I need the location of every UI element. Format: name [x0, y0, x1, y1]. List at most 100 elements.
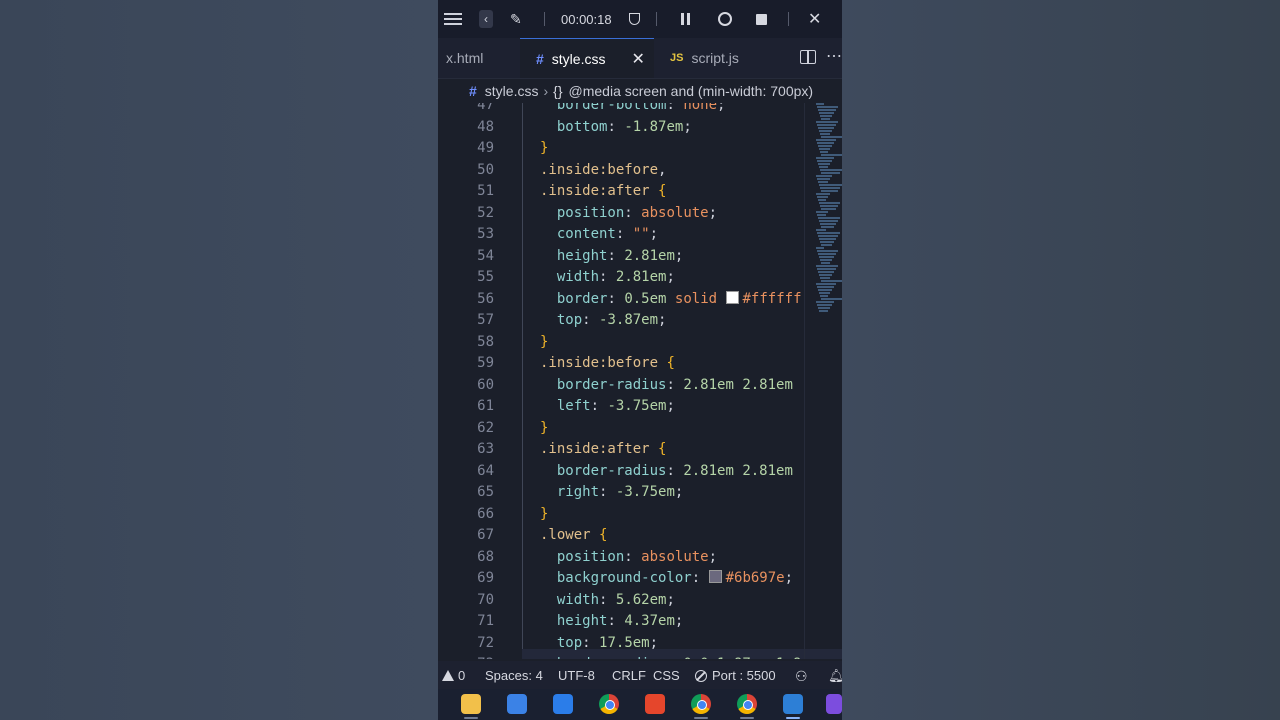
indentation-status[interactable]: Spaces: 4 [485, 668, 543, 683]
app-icon[interactable] [826, 694, 842, 714]
running-indicator [694, 717, 708, 719]
line-number: 69 [477, 570, 494, 586]
close-icon[interactable]: ✕ [808, 10, 821, 28]
code-line[interactable]: 69 background-color: #6b697e; [438, 568, 842, 590]
code-text: top: -3.87em; [556, 312, 667, 328]
breadcrumb-scope[interactable]: @media screen and (min-width: 700px) [569, 83, 814, 99]
css-file-icon: # [536, 50, 544, 67]
background-right [842, 0, 1280, 720]
menu-icon[interactable] [444, 10, 462, 28]
code-line[interactable]: 64 border-radius: 2.81em 2.81em [438, 461, 842, 483]
stop-icon[interactable] [756, 10, 767, 28]
code-text: height: 4.37em; [556, 613, 684, 629]
code-line[interactable]: 60 border-radius: 2.81em 2.81em [438, 375, 842, 397]
code-text: left: -3.75em; [556, 398, 675, 414]
code-line[interactable]: 50 .inside:before, [438, 160, 842, 182]
code-line[interactable]: 49} [438, 138, 842, 160]
line-number: 54 [477, 247, 494, 264]
pause-icon[interactable] [681, 10, 690, 28]
code-text: border: 0.5em solid #ffffff [556, 290, 802, 307]
office-icon[interactable] [645, 694, 665, 714]
code-line[interactable]: 47 border-bottom: none; [438, 103, 842, 117]
code-line[interactable]: 59 .inside:before { [438, 353, 842, 375]
code-text: position: absolute; [556, 204, 718, 221]
code-line[interactable]: 55 width: 2.81em; [438, 267, 842, 289]
code-line[interactable]: 58} [438, 332, 842, 354]
code-line[interactable]: 48 bottom: -1.87em; [438, 117, 842, 139]
pen-icon[interactable]: ✎ [510, 10, 522, 28]
running-indicator [786, 717, 800, 719]
code-text: border-radius: 2.81em 2.81em [556, 462, 793, 479]
braces-icon: {} [553, 83, 563, 99]
code-line[interactable]: 72 top: 17.5em; [438, 633, 842, 655]
breadcrumb-file[interactable]: style.css [485, 83, 539, 99]
tab-style-css[interactable]: # style.css ✕ [520, 38, 654, 78]
divider [656, 12, 657, 26]
close-tab-icon[interactable]: ✕ [631, 49, 644, 69]
tab-index-html[interactable]: x.html [438, 38, 528, 78]
code-text: .inside:after { [540, 441, 667, 457]
code-line[interactable]: 53 content: ""; [438, 224, 842, 246]
code-line[interactable]: 67 .lower { [438, 525, 842, 547]
problems-indicator[interactable]: 0 [442, 668, 465, 683]
code-line[interactable]: 54 height: 2.81em; [438, 246, 842, 268]
code-text: .inside:before { [540, 355, 675, 371]
live-server-port[interactable]: Port : 5500 [695, 668, 776, 683]
code-line[interactable]: 68 position: absolute; [438, 547, 842, 569]
accounts-icon[interactable]: ⚇ [795, 668, 808, 685]
more-actions-icon[interactable]: ⋯ [826, 46, 842, 66]
chrome-profile-icon[interactable] [691, 694, 711, 714]
chrome-icon[interactable] [599, 694, 619, 714]
code-line[interactable]: 65 right: -3.75em; [438, 482, 842, 504]
mail-icon[interactable] [553, 694, 573, 714]
code-line[interactable]: 70 width: 5.62em; [438, 590, 842, 612]
code-text: height: 2.81em; [556, 247, 684, 264]
code-line[interactable]: 56 border: 0.5em solid #ffffff [438, 289, 842, 311]
code-line[interactable]: 51 .inside:after { [438, 181, 842, 203]
recording-timer: 00:00:18 [561, 11, 612, 27]
background-left [0, 0, 438, 720]
encoding-status[interactable]: UTF-8 [558, 668, 595, 683]
code-line[interactable]: 73 border-radius: 0 0 1.87em 1.8... [438, 654, 842, 659]
line-number: 60 [477, 376, 494, 393]
file-explorer-icon[interactable] [461, 694, 481, 714]
tab-label: script.js [691, 50, 739, 66]
divider [544, 12, 545, 26]
status-bar: 0 Spaces: 4 UTF-8 CRLF CSS Port : 5500 ⚇… [438, 661, 842, 689]
split-editor-icon[interactable] [800, 50, 816, 64]
vscode-icon[interactable] [783, 694, 803, 714]
chrome-profile-2-icon[interactable] [737, 694, 757, 714]
css-file-icon: # [469, 83, 477, 99]
code-line[interactable]: 62} [438, 418, 842, 440]
code-editor[interactable]: 47 border-bottom: none; 48 bottom: -1.87e… [438, 103, 842, 659]
line-number: 65 [477, 484, 494, 500]
code-line[interactable]: 71 height: 4.37em; [438, 611, 842, 633]
language-status[interactable]: CSS [653, 668, 680, 683]
store-icon[interactable] [507, 694, 527, 714]
code-text: content: ""; [556, 226, 659, 242]
shield-icon[interactable] [629, 10, 640, 28]
restart-icon[interactable] [718, 10, 732, 28]
notifications-bell-icon[interactable]: 🔔︎ [828, 668, 842, 684]
code-text: top: 17.5em; [556, 634, 659, 651]
code-text: position: absolute; [556, 548, 718, 565]
line-number: 62 [477, 419, 494, 436]
back-chevron-icon[interactable]: ‹ [479, 10, 493, 28]
line-number: 47 [477, 103, 494, 113]
code-line[interactable]: 63 .inside:after { [438, 439, 842, 461]
code-text: bottom: -1.87em; [556, 118, 692, 135]
code-line[interactable]: 52 position: absolute; [438, 203, 842, 225]
code-text: } [540, 505, 549, 522]
line-number: 59 [477, 355, 494, 371]
tab-script-js[interactable]: JS script.js [654, 38, 774, 78]
code-line[interactable]: 61 left: -3.75em; [438, 396, 842, 418]
code-line[interactable]: 57 top: -3.87em; [438, 310, 842, 332]
warning-icon [442, 670, 454, 681]
line-number: 70 [477, 591, 494, 608]
js-file-icon: JS [670, 52, 684, 64]
code-line[interactable]: 66} [438, 504, 842, 526]
code-text: right: -3.75em; [556, 484, 684, 500]
eol-status[interactable]: CRLF [612, 668, 646, 683]
code-text: border-radius: 0 0 1.87em 1.8... [540, 654, 827, 659]
line-number: 56 [477, 290, 494, 307]
